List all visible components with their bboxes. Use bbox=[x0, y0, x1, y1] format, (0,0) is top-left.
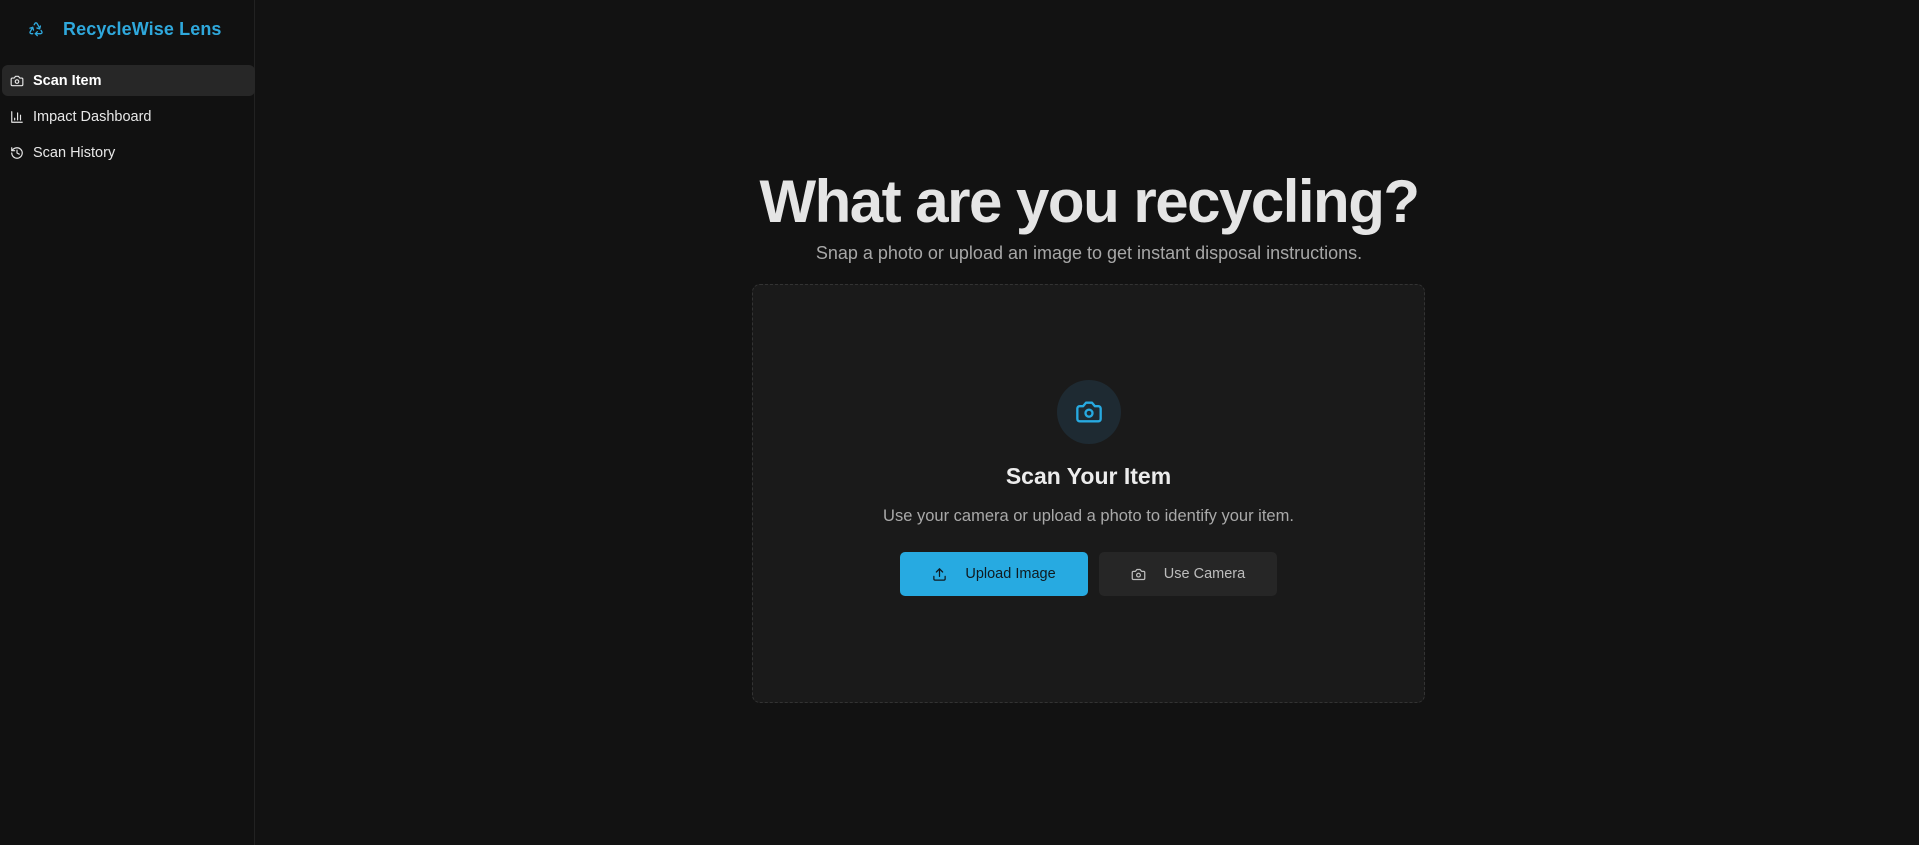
use-camera-button[interactable]: Use Camera bbox=[1099, 552, 1277, 596]
sidebar-item-label: Impact Dashboard bbox=[33, 108, 152, 125]
camera-icon bbox=[9, 73, 25, 89]
history-icon bbox=[9, 145, 25, 161]
card-description: Use your camera or upload a photo to ide… bbox=[883, 507, 1294, 525]
app-name: RecycleWise Lens bbox=[63, 18, 222, 39]
scan-page: What are you recycling? Snap a photo or … bbox=[255, 0, 1919, 703]
sidebar-item-impact-dashboard[interactable]: Impact Dashboard bbox=[2, 101, 255, 132]
sidebar-item-scan-history[interactable]: Scan History bbox=[2, 137, 255, 168]
recycle-icon bbox=[28, 21, 44, 37]
page-subtitle: Snap a photo or upload an image to get i… bbox=[815, 243, 1363, 263]
scan-dropzone[interactable]: Scan Your Item Use your camera or upload… bbox=[752, 284, 1425, 703]
use-camera-label: Use Camera bbox=[1163, 566, 1246, 582]
sidebar: RecycleWise Lens Scan Item Impact Dashbo… bbox=[0, 0, 255, 845]
page-title: What are you recycling? bbox=[759, 168, 1420, 235]
action-buttons: Upload Image Use Camera bbox=[900, 552, 1277, 596]
main-content: What are you recycling? Snap a photo or … bbox=[255, 0, 1919, 845]
camera-icon bbox=[1056, 380, 1121, 444]
sidebar-item-label: Scan Item bbox=[33, 72, 102, 89]
sidebar-item-scan-item[interactable]: Scan Item bbox=[2, 65, 255, 96]
upload-icon bbox=[932, 567, 947, 582]
bar-chart-icon bbox=[9, 109, 25, 125]
upload-image-button[interactable]: Upload Image bbox=[900, 552, 1088, 596]
sidebar-item-label: Scan History bbox=[33, 144, 116, 161]
sidebar-nav: Scan Item Impact Dashboard Scan History bbox=[0, 65, 255, 168]
camera-icon bbox=[1131, 567, 1146, 582]
card-title: Scan Your Item bbox=[1005, 463, 1172, 489]
app-root: RecycleWise Lens Scan Item Impact Dashbo… bbox=[0, 0, 1919, 845]
upload-image-label: Upload Image bbox=[965, 566, 1056, 582]
brand[interactable]: RecycleWise Lens bbox=[0, 14, 254, 44]
